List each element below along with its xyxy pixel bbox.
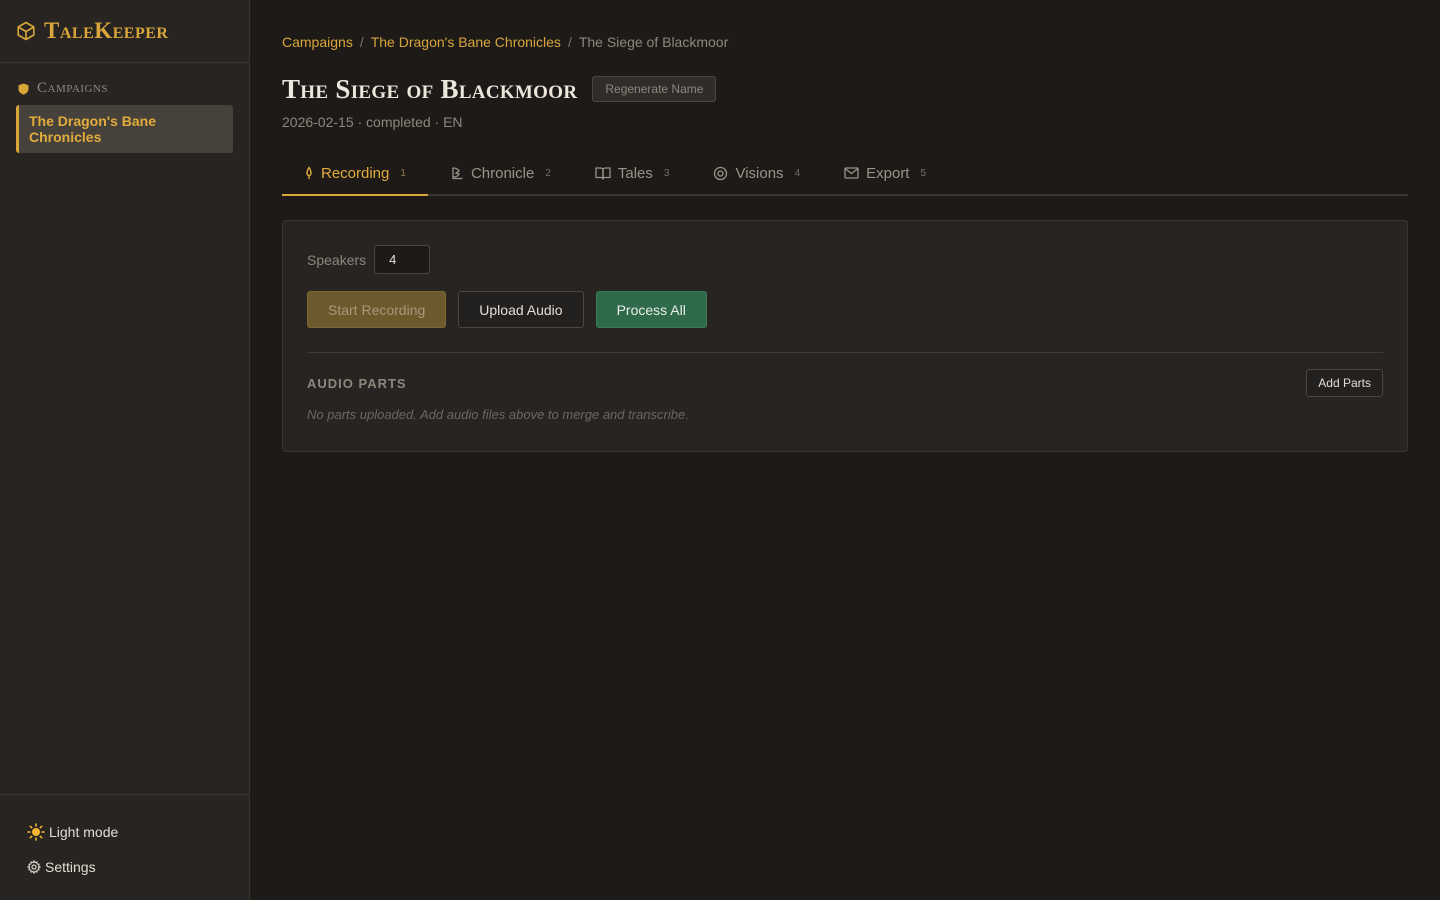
tab-tales-label: Tales: [617, 164, 653, 182]
tab-export-label: Export: [866, 164, 910, 182]
book-icon: [595, 166, 611, 180]
quill-icon: [450, 166, 464, 180]
light-mode-toggle[interactable]: Light mode: [27, 823, 249, 841]
campaigns-section-title: Campaigns: [0, 80, 249, 97]
panel-divider: [307, 352, 1383, 353]
breadcrumb-campaign[interactable]: The Dragon's Bane Chronicles: [371, 34, 561, 50]
speakers-row: Speakers: [307, 245, 1383, 274]
start-recording-button[interactable]: Start Recording: [307, 291, 447, 328]
light-mode-label: Light mode: [49, 824, 119, 840]
tab-visions-label: Visions: [735, 164, 784, 182]
settings-label: Settings: [45, 859, 96, 875]
tab-export[interactable]: Export 5: [822, 157, 948, 196]
tab-shortcut: 4: [794, 167, 801, 179]
mail-icon: [844, 167, 859, 179]
sun-icon: [27, 823, 45, 841]
brand[interactable]: TaleKeeper: [0, 0, 249, 63]
tab-bar: Recording 1 Chronicle 2 Tales 3 Visions …: [282, 157, 1408, 196]
tab-chronicle-label: Chronicle: [470, 164, 535, 182]
session-meta: 2026-02-15 · completed · EN: [282, 114, 463, 130]
recording-panel: Speakers Start Recording Upload Audio Pr…: [282, 220, 1408, 452]
main-content: Campaigns / The Dragon's Bane Chronicles…: [250, 0, 1440, 900]
page-title: The Siege of Blackmoor: [282, 73, 578, 104]
sidebar-footer: Light mode Settings: [0, 794, 249, 900]
shield-icon: [18, 83, 29, 95]
audio-parts-empty-message: No parts uploaded. Add audio files above…: [307, 407, 689, 422]
tab-shortcut: 3: [663, 167, 670, 179]
tab-chronicle[interactable]: Chronicle 2: [428, 157, 573, 196]
speakers-label: Speakers: [307, 251, 367, 268]
gear-icon: [27, 860, 41, 874]
tab-shortcut: 5: [920, 167, 927, 179]
breadcrumb: Campaigns / The Dragon's Bane Chronicles…: [282, 34, 1408, 50]
regenerate-name-button[interactable]: Regenerate Name: [592, 76, 717, 102]
tab-recording-label: Recording: [321, 164, 390, 182]
tab-visions[interactable]: Visions 4: [691, 157, 822, 196]
tab-tales[interactable]: Tales 3: [573, 157, 692, 196]
breadcrumb-campaigns[interactable]: Campaigns: [282, 34, 353, 50]
upload-audio-button[interactable]: Upload Audio: [458, 291, 584, 328]
title-row: The Siege of Blackmoor Regenerate Name: [282, 72, 1408, 106]
eye-icon: [713, 166, 728, 181]
mic-icon: [304, 166, 314, 180]
settings-link[interactable]: Settings: [27, 859, 249, 875]
tab-shortcut: 1: [400, 167, 406, 179]
add-parts-button[interactable]: Add Parts: [1306, 369, 1383, 397]
audio-parts-header: AUDIO PARTS Add Parts: [307, 369, 1383, 397]
sidebar-item-campaign[interactable]: The Dragon's Bane Chronicles: [16, 105, 233, 153]
breadcrumb-separator: /: [567, 34, 572, 50]
breadcrumb-current: The Siege of Blackmoor: [578, 34, 729, 50]
sidebar: TaleKeeper Campaigns The Dragon's Bane C…: [0, 0, 250, 900]
app-name: TaleKeeper: [44, 18, 169, 43]
d20-logo-icon: [16, 21, 36, 41]
audio-parts-title: AUDIO PARTS: [307, 375, 407, 391]
recording-actions: Start Recording Upload Audio Process All: [307, 291, 1383, 328]
process-all-button[interactable]: Process All: [595, 291, 707, 328]
tab-shortcut: 2: [545, 167, 551, 179]
tab-recording[interactable]: Recording 1: [282, 157, 428, 196]
campaigns-section-label: Campaigns: [37, 80, 108, 96]
breadcrumb-separator: /: [359, 34, 364, 50]
speakers-input[interactable]: [374, 245, 431, 274]
